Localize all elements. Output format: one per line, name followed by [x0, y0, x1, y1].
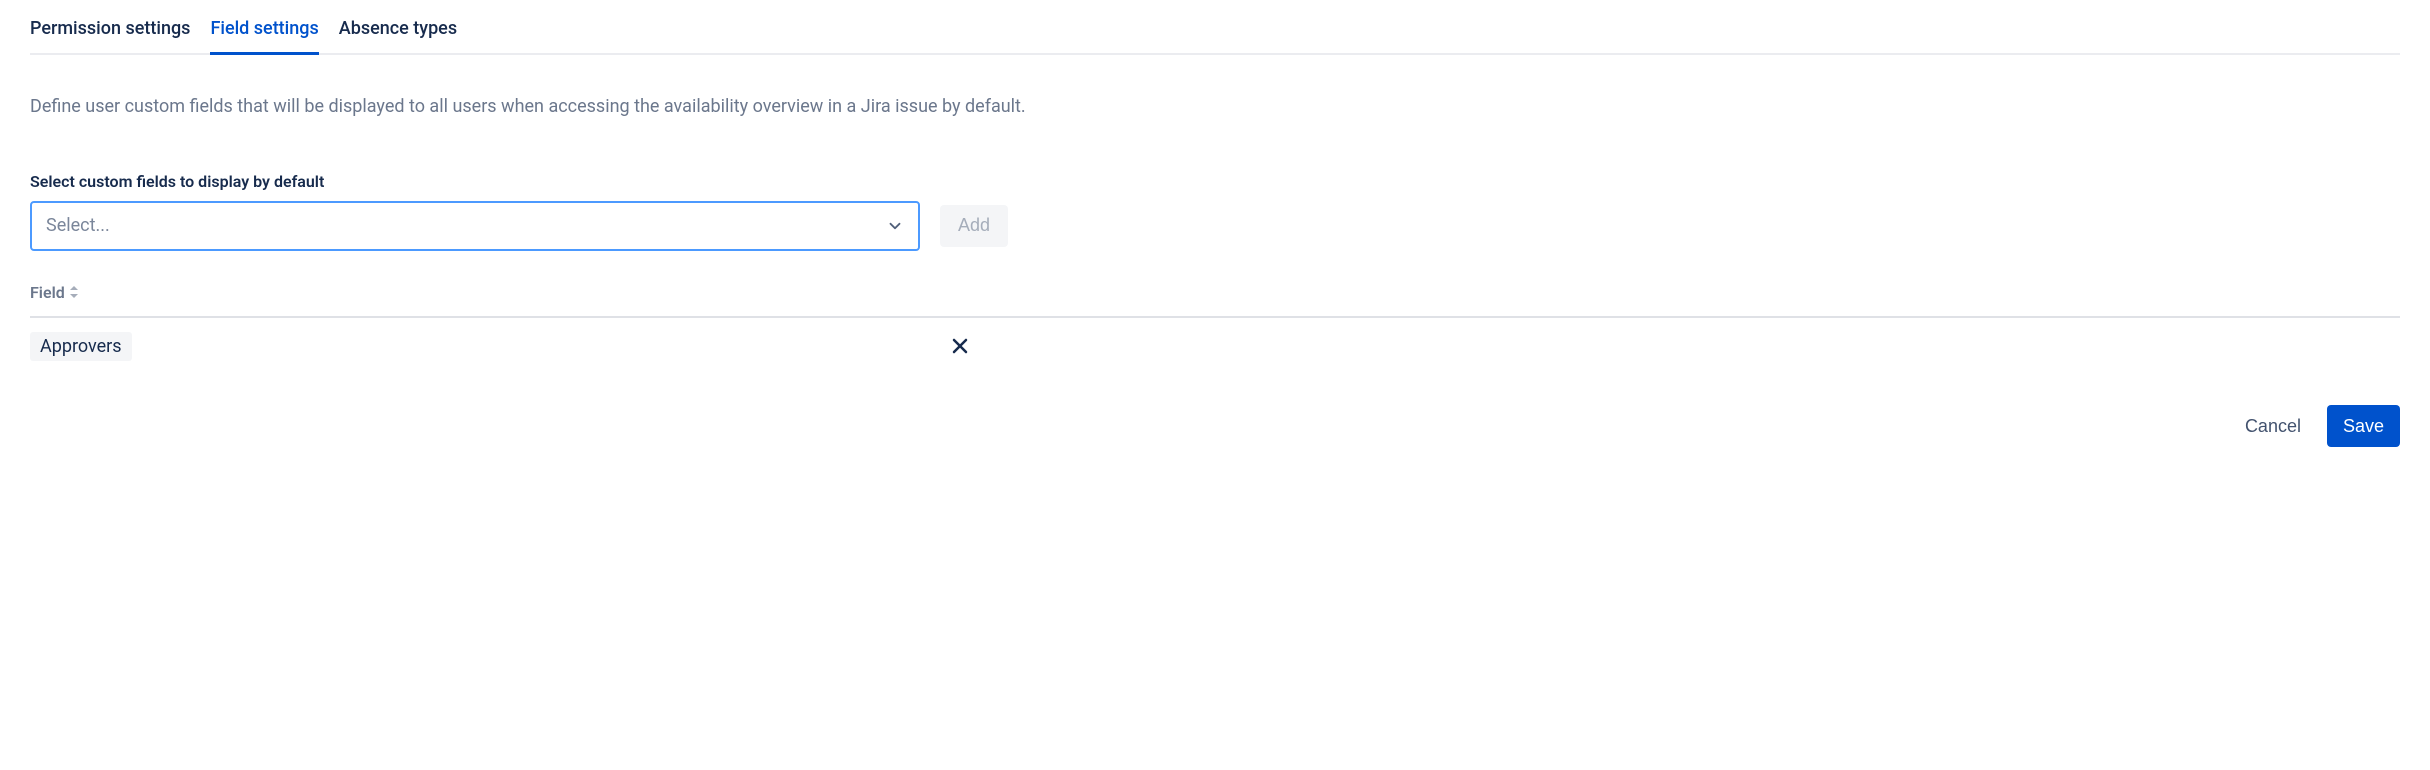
tab-absence-types[interactable]: Absence types [339, 18, 457, 55]
tab-field-settings[interactable]: Field settings [210, 18, 318, 55]
custom-fields-select[interactable]: Select... [30, 201, 920, 251]
table-header-label: Field [30, 283, 65, 302]
tab-permission-settings[interactable]: Permission settings [30, 18, 190, 55]
footer-actions: Cancel Save [2229, 405, 2400, 447]
table-row: Approvers [30, 318, 970, 375]
page-description: Define user custom fields that will be d… [30, 93, 2400, 120]
select-placeholder-text: Select... [46, 215, 110, 236]
table-header-field[interactable]: Field [30, 283, 2400, 318]
cancel-button[interactable]: Cancel [2229, 405, 2317, 447]
chevron-down-icon [886, 217, 904, 235]
add-button[interactable]: Add [940, 205, 1008, 247]
sort-icon [69, 286, 79, 298]
custom-fields-label: Select custom fields to display by defau… [30, 172, 2400, 191]
remove-row-icon[interactable] [952, 338, 968, 354]
field-chip: Approvers [30, 332, 132, 361]
settings-tabs: Permission settings Field settings Absen… [30, 0, 2400, 55]
save-button[interactable]: Save [2327, 405, 2400, 447]
